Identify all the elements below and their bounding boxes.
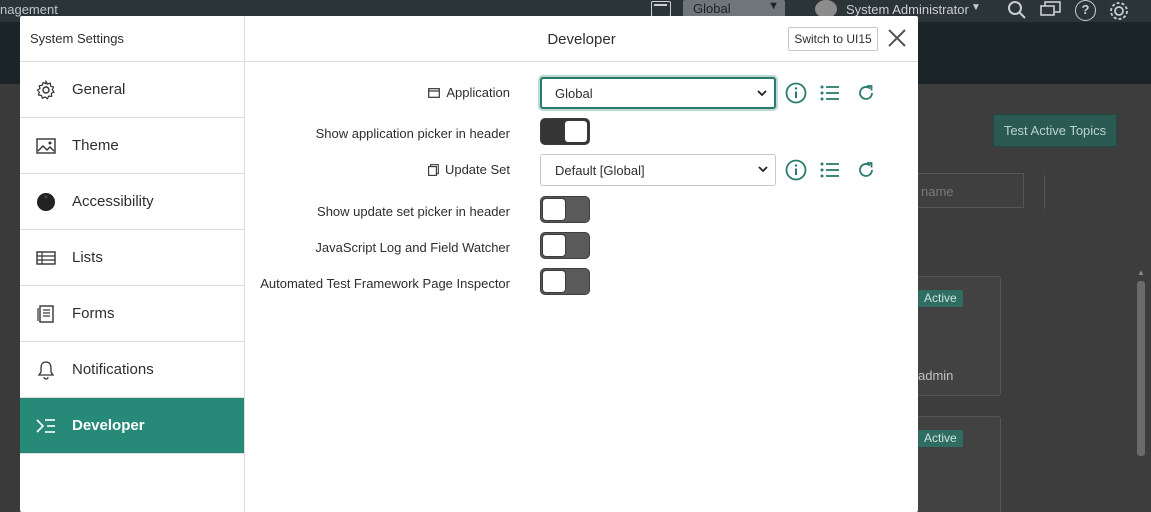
system-settings-modal: System Settings General Theme Accessibil… xyxy=(20,16,918,512)
update-set-select[interactable]: Default [Global] xyxy=(540,154,776,186)
application-label-text: Application xyxy=(446,85,510,100)
divider xyxy=(1044,175,1045,209)
image-icon xyxy=(36,136,56,156)
search-input[interactable]: name xyxy=(910,173,1024,208)
scroll-up-arrow-icon[interactable]: ▲ xyxy=(1137,268,1145,277)
list-icon[interactable] xyxy=(819,82,841,104)
update-set-select-value: Default [Global] xyxy=(555,163,645,178)
search-icon[interactable] xyxy=(1007,0,1027,25)
js-log-toggle[interactable] xyxy=(540,232,590,259)
app-title: nagement xyxy=(0,2,58,17)
sidebar-item-developer[interactable]: Developer xyxy=(20,398,244,454)
sidebar-item-label: Developer xyxy=(72,417,145,434)
sidebar-item-label: Theme xyxy=(72,137,119,154)
toggle-knob xyxy=(564,120,588,143)
sidebar-item-label: General xyxy=(72,81,126,98)
user-name[interactable]: System Administrator xyxy=(846,2,969,17)
info-icon[interactable] xyxy=(785,82,807,104)
js-log-label: JavaScript Log and Field Watcher xyxy=(315,240,510,255)
show-app-picker-label: Show application picker in header xyxy=(315,126,510,141)
document-icon xyxy=(428,163,439,176)
chevron-down-icon: ▼ xyxy=(768,0,779,12)
sidebar-item-forms[interactable]: Forms xyxy=(20,286,244,342)
settings-sidebar: System Settings General Theme Accessibil… xyxy=(20,16,245,512)
show-update-set-picker-label: Show update set picker in header xyxy=(317,204,510,219)
refresh-icon[interactable] xyxy=(855,82,877,104)
gear-icon[interactable] xyxy=(1108,0,1130,27)
show-update-set-picker-toggle[interactable] xyxy=(540,196,590,223)
modal-header: Developer Switch to UI15 xyxy=(245,16,918,62)
update-set-label-text: Update Set xyxy=(444,162,510,177)
status-badge: Active xyxy=(918,290,963,307)
application-select[interactable]: Global xyxy=(540,77,776,109)
status-badge: Active xyxy=(918,430,963,447)
chevron-down-icon xyxy=(756,87,768,102)
sidebar-item-general[interactable]: General xyxy=(20,62,244,118)
update-set-label: Update Set xyxy=(428,162,510,177)
test-active-topics-button[interactable]: Test Active Topics xyxy=(993,114,1117,147)
sidebar-item-accessibility[interactable]: Accessibility xyxy=(20,174,244,230)
sidebar-title: System Settings xyxy=(20,16,244,62)
developer-icon xyxy=(36,416,56,436)
sidebar-item-label: Accessibility xyxy=(72,193,154,210)
gear-icon xyxy=(36,79,56,100)
user-menu-caret-icon[interactable]: ▼ xyxy=(971,2,981,13)
switch-to-ui15-button[interactable]: Switch to UI15 xyxy=(788,27,878,51)
close-icon[interactable] xyxy=(885,26,909,50)
sidebar-item-label: Notifications xyxy=(72,361,154,378)
application-label: Application xyxy=(428,85,510,100)
toggle-knob xyxy=(542,198,566,221)
bell-icon xyxy=(36,360,56,380)
app-window-icon[interactable] xyxy=(651,1,671,17)
scrollbar[interactable] xyxy=(1137,281,1145,456)
chat-icon[interactable] xyxy=(1040,0,1062,25)
toggle-knob xyxy=(542,270,566,293)
show-app-picker-toggle[interactable] xyxy=(540,118,590,145)
help-icon[interactable]: ? xyxy=(1075,0,1096,21)
form-icon xyxy=(36,304,56,324)
info-icon[interactable] xyxy=(785,159,807,181)
accessibility-icon xyxy=(36,192,56,212)
chevron-down-icon xyxy=(757,163,769,178)
window-icon xyxy=(428,87,441,98)
list-table-icon xyxy=(36,248,56,268)
card-user: admin xyxy=(918,368,954,383)
refresh-icon[interactable] xyxy=(855,159,877,181)
list-icon[interactable] xyxy=(819,159,841,181)
application-select-value: Global xyxy=(555,86,593,101)
atf-inspector-label: Automated Test Framework Page Inspector xyxy=(260,276,510,291)
sidebar-item-label: Lists xyxy=(72,249,103,266)
app-left-strip xyxy=(0,84,20,512)
toggle-knob xyxy=(542,234,566,257)
sidebar-item-notifications[interactable]: Notifications xyxy=(20,342,244,398)
scope-select-value: Global xyxy=(693,1,731,16)
sidebar-item-lists[interactable]: Lists xyxy=(20,230,244,286)
sidebar-item-label: Forms xyxy=(72,305,115,322)
atf-inspector-toggle[interactable] xyxy=(540,268,590,295)
sidebar-item-theme[interactable]: Theme xyxy=(20,118,244,174)
